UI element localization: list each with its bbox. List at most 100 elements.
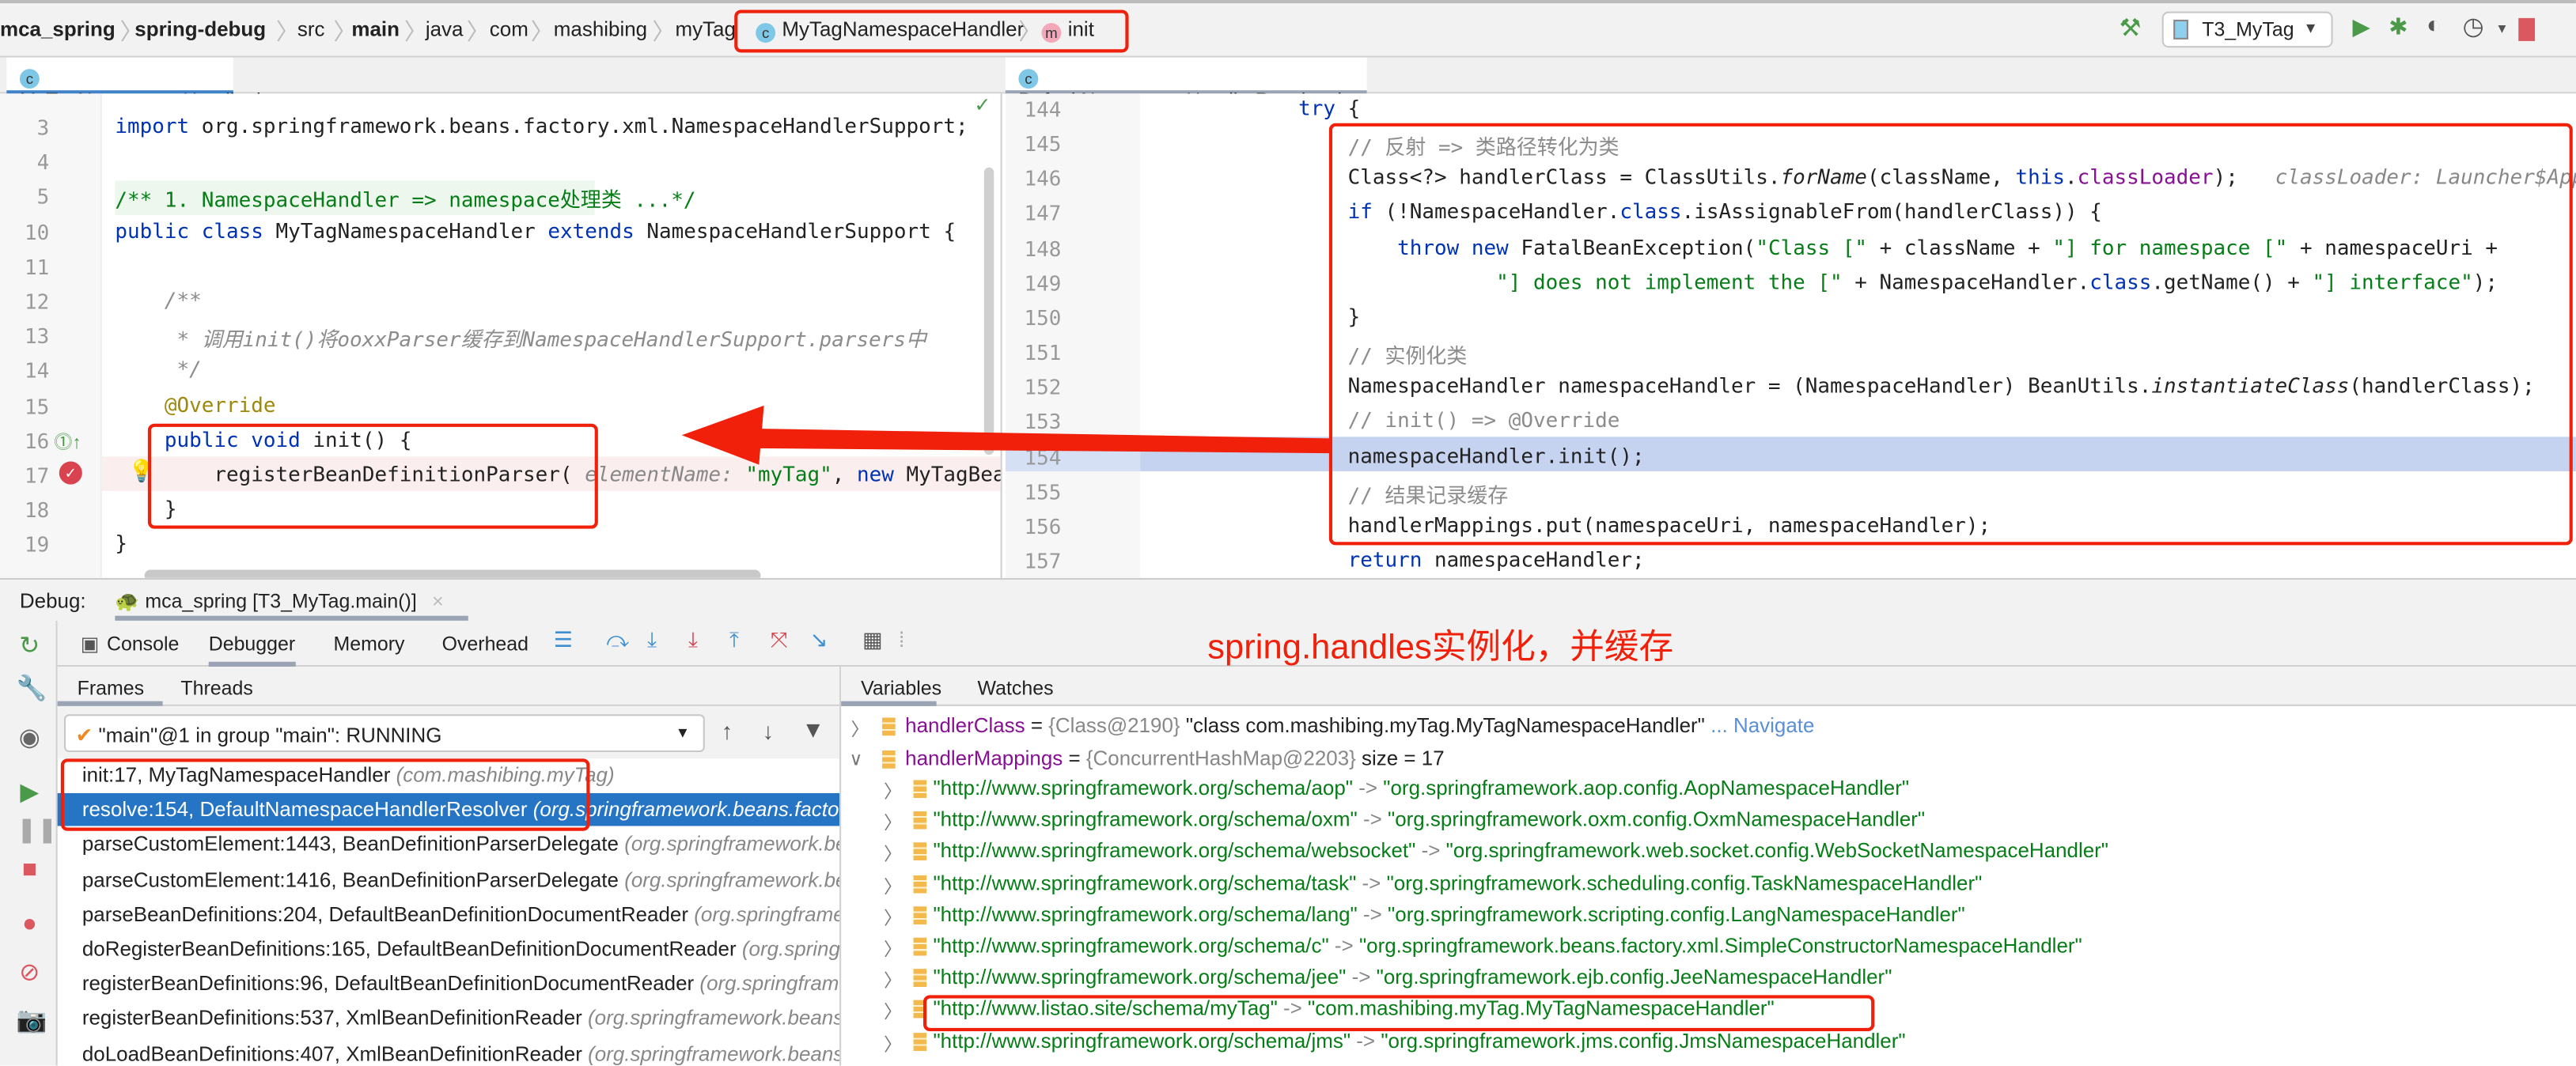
breakpoints-icon[interactable]: ●	[17, 909, 43, 937]
tab-console[interactable]: Console	[107, 632, 179, 655]
breadcrumb-module[interactable]: spring-debug	[134, 18, 266, 41]
breadcrumb-java[interactable]: java	[426, 18, 464, 41]
chevron-right-icon[interactable]: 〉	[884, 841, 902, 868]
breakpoint-icon[interactable]: ✓	[59, 461, 82, 485]
tab-frames[interactable]: Frames	[78, 677, 144, 700]
debug-side-toolbar: ↻ 🔧 ◉ ▶ ❚❚ ■ ● ⊘ 📷	[0, 620, 58, 1066]
tab-watches[interactable]: Watches	[978, 677, 1054, 700]
close-icon[interactable]: ×	[432, 589, 444, 612]
breadcrumb-main[interactable]: main	[351, 18, 400, 41]
stop-icon[interactable]	[2518, 17, 2536, 41]
map-entry-row[interactable]: 〉 "http://www.springframework.org/schema/…	[841, 775, 2576, 806]
step-into-icon[interactable]: ⤓	[647, 627, 657, 653]
chevron-down-icon[interactable]: ∨	[850, 749, 863, 770]
map-entry-key: "http://www.springframework.org/schema/j…	[933, 1029, 1351, 1053]
map-entry-row[interactable]: 〉 "http://www.springframework.org/schema/…	[841, 870, 2576, 901]
run-icon[interactable]: ▶	[2353, 13, 2370, 41]
map-entry-row[interactable]: 〉 "http://www.springframework.org/schema/…	[841, 838, 2576, 869]
arrow-up-icon[interactable]: ↑	[722, 717, 733, 743]
navigate-link[interactable]: ... Navigate	[1710, 714, 1814, 737]
tab-memory[interactable]: Memory	[334, 632, 405, 655]
frame-item[interactable]: registerBeanDefinitions:96, DefaultBeanD…	[58, 967, 839, 1000]
code-token: */	[115, 357, 202, 382]
hammer-icon[interactable]: ⚒	[2120, 13, 2142, 43]
line-number: 17	[25, 463, 50, 488]
tab-overhead[interactable]: Overhead	[442, 632, 528, 655]
arrow-separator: ->	[1356, 871, 1387, 894]
line-number: 144	[1024, 96, 1062, 122]
map-entry-row[interactable]: 〉 "http://www.springframework.org/schema/…	[841, 964, 2576, 995]
pause-icon[interactable]: ❚❚	[17, 815, 58, 844]
run-config-select[interactable]: T3_MyTag ▼	[2161, 11, 2333, 48]
frame-item[interactable]: registerBeanDefinitions:537, XmlBeanDefi…	[58, 1002, 839, 1035]
line-number: 14	[25, 358, 50, 384]
mute-breakpoints-icon[interactable]: ⊘	[17, 958, 43, 987]
tab-threads[interactable]: Threads	[180, 677, 252, 700]
chevron-right-icon[interactable]: 〉	[884, 999, 902, 1025]
map-entry-value: "org.springframework.jms.config.JmsNames…	[1381, 1029, 1906, 1053]
tab-debugger[interactable]: Debugger	[208, 632, 296, 667]
stop-icon[interactable]: ■	[17, 856, 43, 883]
trace-icon[interactable]: ⁞	[899, 627, 905, 652]
chevron-down-icon[interactable]: ▼	[2495, 21, 2508, 36]
thread-selector[interactable]: ✔ "main"@1 in group "main": RUNNING ▼	[63, 714, 705, 753]
debug-session-tab[interactable]: 🐢 mca_spring [T3_MyTag.main()] ×	[115, 580, 468, 621]
arrow-down-icon[interactable]: ↓	[762, 717, 774, 743]
map-entry-row[interactable]: 〉 "http://www.springframework.org/schema/…	[841, 902, 2576, 932]
force-step-into-icon[interactable]: ⤓	[688, 627, 698, 653]
chevron-right-icon[interactable]: 〉	[884, 778, 902, 804]
debug-label: Debug:	[19, 589, 86, 613]
breadcrumb-src[interactable]: src	[297, 18, 325, 41]
resume-icon[interactable]: ▶	[17, 777, 43, 806]
map-entry-value: "org.springframework.scheduling.config.T…	[1386, 871, 1983, 894]
rerun-icon[interactable]: ↻	[17, 630, 43, 660]
map-entry-row[interactable]: 〉 "http://www.springframework.org/schema/…	[841, 1027, 2576, 1058]
chevron-right-icon[interactable]: 〉	[851, 716, 869, 742]
variable-row-handlerclass[interactable]: 〉 handlerClass = {Class@2190} "class com…	[841, 713, 2576, 743]
frame-item[interactable]: doLoadBeanDefinitions:407, XmlBeanDefini…	[58, 1038, 839, 1066]
profile-icon[interactable]: ◷	[2463, 12, 2484, 41]
run-to-cursor-icon[interactable]: ↘	[810, 627, 828, 653]
step-out-icon[interactable]: ⤒	[729, 627, 739, 653]
map-entry-key: "http://www.springframework.org/schema/a…	[933, 777, 1354, 800]
tab-variables[interactable]: Variables	[861, 677, 941, 700]
debug-icon[interactable]: ✱	[2388, 13, 2407, 41]
chevron-right-icon[interactable]: 〉	[884, 936, 902, 962]
breadcrumb-mytag[interactable]: myTag	[675, 18, 735, 41]
map-entry-row[interactable]: 〉 "http://www.springframework.org/schema/…	[841, 807, 2576, 837]
view-breakpoints-icon[interactable]: ◉	[17, 723, 43, 752]
map-entry-key: "http://www.springframework.org/schema/w…	[933, 839, 1416, 863]
chevron-right-icon[interactable]: 〉	[884, 873, 902, 899]
frame-item[interactable]: doRegisterBeanDefinitions:165, DefaultBe…	[58, 932, 839, 966]
chevron-right-icon[interactable]: 〉	[884, 1030, 902, 1057]
frame-item[interactable]: parseCustomElement:1416, BeanDefinitionP…	[58, 863, 839, 896]
tab-mytagnamespacehandler[interactable]: cMyTagNamespaceHandler.java×	[6, 57, 314, 112]
filter-icon[interactable]: ▼	[801, 716, 824, 742]
step-over-icon[interactable]: ⤼	[606, 627, 629, 653]
tab-defaultnamespacehandlerresolver[interactable]: cDefaultNamespaceHandlerResolver.java×	[1005, 57, 1395, 112]
map-entry-row[interactable]: 〉 "http://www.springframework.org/schema/…	[841, 932, 2576, 963]
breadcrumb-mashibing[interactable]: mashibing	[554, 18, 647, 41]
variable-row-handlermappings[interactable]: ∨ handlerMappings = {ConcurrentHashMap@2…	[841, 746, 2576, 777]
breadcrumb-project[interactable]: mca_spring	[0, 18, 116, 41]
breadcrumb-com[interactable]: com	[490, 18, 528, 41]
frame-item[interactable]: parseCustomElement:1443, BeanDefinitionP…	[58, 828, 839, 861]
line-number: 19	[25, 532, 50, 558]
chevron-right-icon[interactable]: 〉	[884, 967, 902, 993]
code-token: NamespaceHandlerSupport {	[646, 217, 957, 243]
chevron-right-icon[interactable]: 〉	[884, 810, 902, 836]
drop-frame-icon[interactable]: ⤧	[771, 627, 788, 653]
settings-wrench-icon[interactable]: 🔧	[17, 673, 47, 702]
implements-icon[interactable]: ⓵↑	[55, 429, 81, 455]
camera-icon[interactable]: 📷	[17, 1005, 47, 1034]
show-execution-point-icon[interactable]: ☰	[554, 627, 573, 653]
chevron-right-icon: 〉	[275, 17, 299, 45]
evaluate-expression-icon[interactable]: ▦	[862, 627, 883, 653]
horizontal-scrollbar[interactable]	[144, 569, 761, 578]
chevron-down-icon: ▼	[675, 724, 691, 741]
field-icon	[882, 750, 896, 769]
chevron-right-icon[interactable]: 〉	[884, 905, 902, 931]
line-number: 11	[25, 254, 50, 279]
frame-item[interactable]: parseBeanDefinitions:204, DefaultBeanDef…	[58, 898, 839, 931]
coverage-icon[interactable]: ◐	[2426, 12, 2442, 40]
